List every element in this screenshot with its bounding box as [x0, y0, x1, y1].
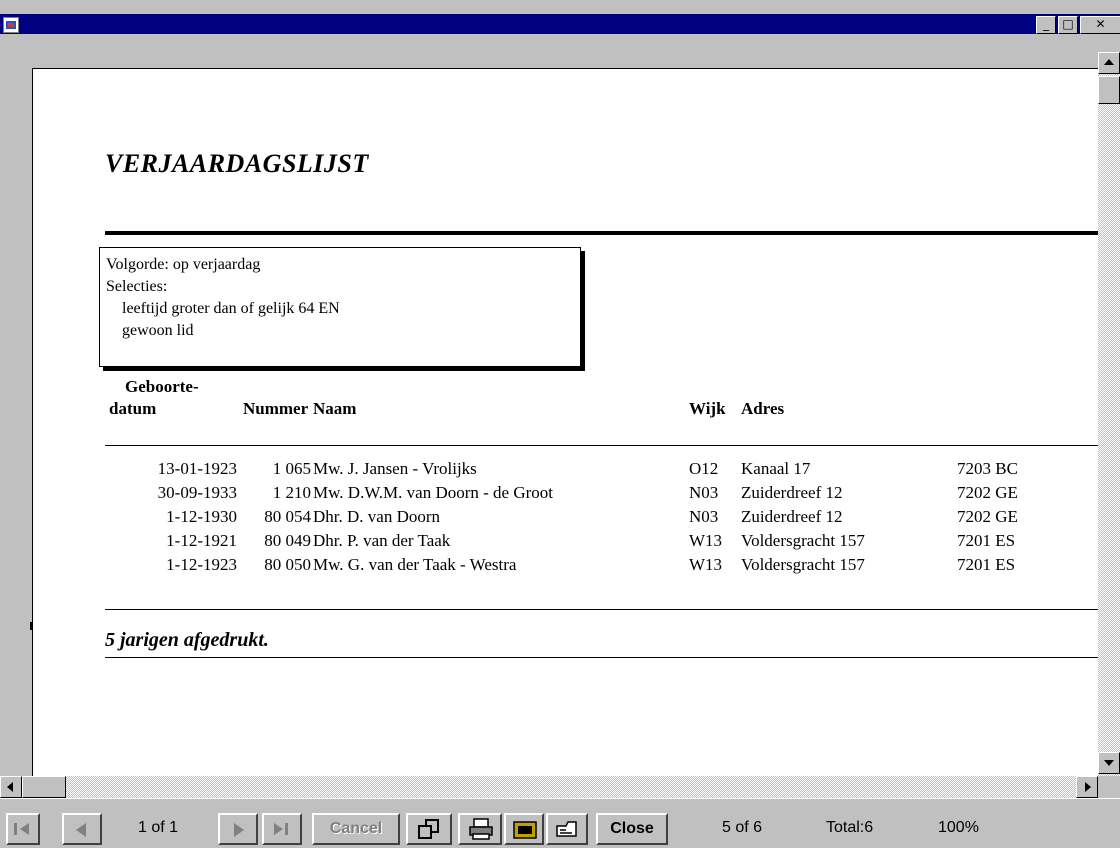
header-wijk: Wijk — [689, 399, 726, 418]
title-divider — [105, 231, 1098, 235]
horizontal-scrollbar[interactable] — [0, 776, 1098, 798]
cell-postcode: 7203 BC — [957, 459, 1018, 478]
cell-postcode: 7202 GE — [957, 483, 1018, 502]
cell-date: 13-01-1923 — [157, 459, 237, 478]
table-row: 1-12-1923 80 050 Mw. G. van der Taak - W… — [33, 555, 1098, 579]
scroll-corner — [1098, 776, 1120, 798]
record-status: 5 of 6 — [722, 819, 763, 836]
header-number: Nummer — [243, 399, 309, 418]
table-row: 1-12-1930 80 054 Dhr. D. van Doorn N03 Z… — [33, 507, 1098, 531]
title-bar: _ □ ✕ — [0, 0, 1120, 34]
first-page-arrow-icon — [20, 823, 29, 835]
horizontal-scroll-thumb[interactable] — [22, 776, 66, 798]
cell-name: Dhr. P. van der Taak — [313, 531, 451, 550]
header-adres: Adres — [741, 399, 785, 418]
header-date-line1: Geboorte- — [125, 377, 199, 396]
first-page-icon — [14, 823, 17, 835]
cancel-button[interactable]: Cancel — [312, 813, 400, 845]
cell-wijk: N03 — [689, 507, 719, 526]
report-footer: 5 jarigen afgedrukt. — [105, 629, 269, 651]
arrow-right-icon — [1085, 782, 1091, 792]
print-button[interactable] — [458, 813, 502, 845]
export-button[interactable] — [504, 813, 544, 845]
cell-number: 80 050 — [264, 555, 311, 574]
page-setup-icon — [418, 819, 439, 839]
previous-page-icon — [76, 823, 86, 837]
cell-adres: Zuiderdreef 12 — [741, 483, 843, 502]
selections-label: Selecties: — [106, 278, 168, 295]
cell-wijk: O12 — [689, 459, 719, 478]
cell-date: 1-12-1923 — [166, 555, 237, 574]
next-page-icon — [234, 823, 244, 837]
cell-name: Mw. J. Jansen - Vrolijks — [313, 459, 477, 478]
folder-icon — [513, 821, 537, 839]
printer-icon — [469, 818, 493, 840]
header-divider — [105, 445, 1098, 446]
cell-number: 1 210 — [272, 483, 311, 502]
cell-postcode: 7201 ES — [957, 555, 1016, 574]
selection-text: gewoon lid — [122, 322, 194, 339]
cell-wijk: W13 — [689, 555, 723, 574]
header-name: Naam — [313, 399, 357, 418]
page-indicator: 1 of 1 — [138, 819, 179, 836]
vertical-scrollbar[interactable] — [1098, 52, 1120, 776]
last-page-button[interactable] — [262, 813, 302, 845]
cell-number: 80 049 — [264, 531, 311, 550]
total-count: Total:6 — [826, 819, 874, 836]
cell-name: Dhr. D. van Doorn — [313, 507, 441, 526]
arrow-down-icon — [1104, 760, 1114, 766]
scroll-right-button[interactable] — [1076, 776, 1098, 798]
report-page: VERJAARDAGSLIJST Volgorde: op verjaardag… — [32, 68, 1098, 776]
table-row: 1-12-1921 80 049 Dhr. P. van der Taak W1… — [33, 531, 1098, 555]
cell-postcode: 7201 ES — [957, 531, 1016, 550]
maximize-button[interactable]: □ — [1058, 16, 1078, 34]
cell-date: 30-09-1933 — [157, 483, 237, 502]
cell-number: 1 065 — [272, 459, 311, 478]
last-page-arrow-icon — [274, 823, 283, 835]
cell-adres: Voldersgracht 157 — [741, 555, 865, 574]
selection-text: leeftijd groter dan of gelijk 64 EN — [122, 300, 340, 317]
cell-wijk: W13 — [689, 531, 723, 550]
cell-number: 80 054 — [264, 507, 311, 526]
minimize-button[interactable]: _ — [1036, 16, 1056, 34]
footer-underline — [105, 657, 1098, 658]
title-bar-fill — [0, 14, 1120, 34]
scroll-left-button[interactable] — [0, 776, 22, 798]
cell-date: 1-12-1930 — [166, 507, 237, 526]
mail-icon — [556, 821, 577, 837]
scroll-down-button[interactable] — [1098, 752, 1120, 774]
report-title: VERJAARDAGSLIJST — [105, 149, 369, 178]
arrow-up-icon — [1104, 59, 1114, 65]
app-icon[interactable] — [3, 17, 19, 33]
previous-page-button[interactable] — [62, 813, 102, 845]
header-date-line2: datum — [109, 399, 157, 418]
next-page-button[interactable] — [218, 813, 258, 845]
page-setup-button[interactable] — [406, 813, 452, 845]
cell-name: Mw. G. van der Taak - Westra — [313, 555, 517, 574]
cell-wijk: N03 — [689, 483, 719, 502]
cell-date: 1-12-1921 — [166, 531, 237, 550]
cell-adres: Zuiderdreef 12 — [741, 507, 843, 526]
last-page-icon — [285, 823, 288, 835]
selection-criteria-box: Volgorde: op verjaardag Selecties: leeft… — [99, 247, 581, 367]
table-row: 30-09-1933 1 210 Mw. D.W.M. van Doorn - … — [33, 483, 1098, 507]
arrow-left-icon — [7, 782, 13, 792]
first-page-button[interactable] — [6, 813, 40, 845]
scroll-up-button[interactable] — [1098, 52, 1120, 74]
preview-toolbar: 1 of 1 Cancel Close 5 of 6 Total:6 100% — [0, 798, 1120, 848]
cell-adres: Kanaal 17 — [741, 459, 811, 478]
cell-name: Mw. D.W.M. van Doorn - de Groot — [313, 483, 554, 502]
window-close-button[interactable]: ✕ — [1080, 16, 1120, 34]
order-text: Volgorde: op verjaardag — [106, 256, 261, 273]
footer-divider — [105, 609, 1098, 610]
mail-button[interactable] — [546, 813, 588, 845]
close-button[interactable]: Close — [596, 813, 668, 845]
zoom-level: 100% — [938, 819, 979, 836]
cell-adres: Voldersgracht 157 — [741, 531, 865, 550]
table-row: 13-01-1923 1 065 Mw. J. Jansen - Vrolijk… — [33, 459, 1098, 483]
vertical-scroll-thumb[interactable] — [1098, 76, 1120, 104]
cell-postcode: 7202 GE — [957, 507, 1018, 526]
